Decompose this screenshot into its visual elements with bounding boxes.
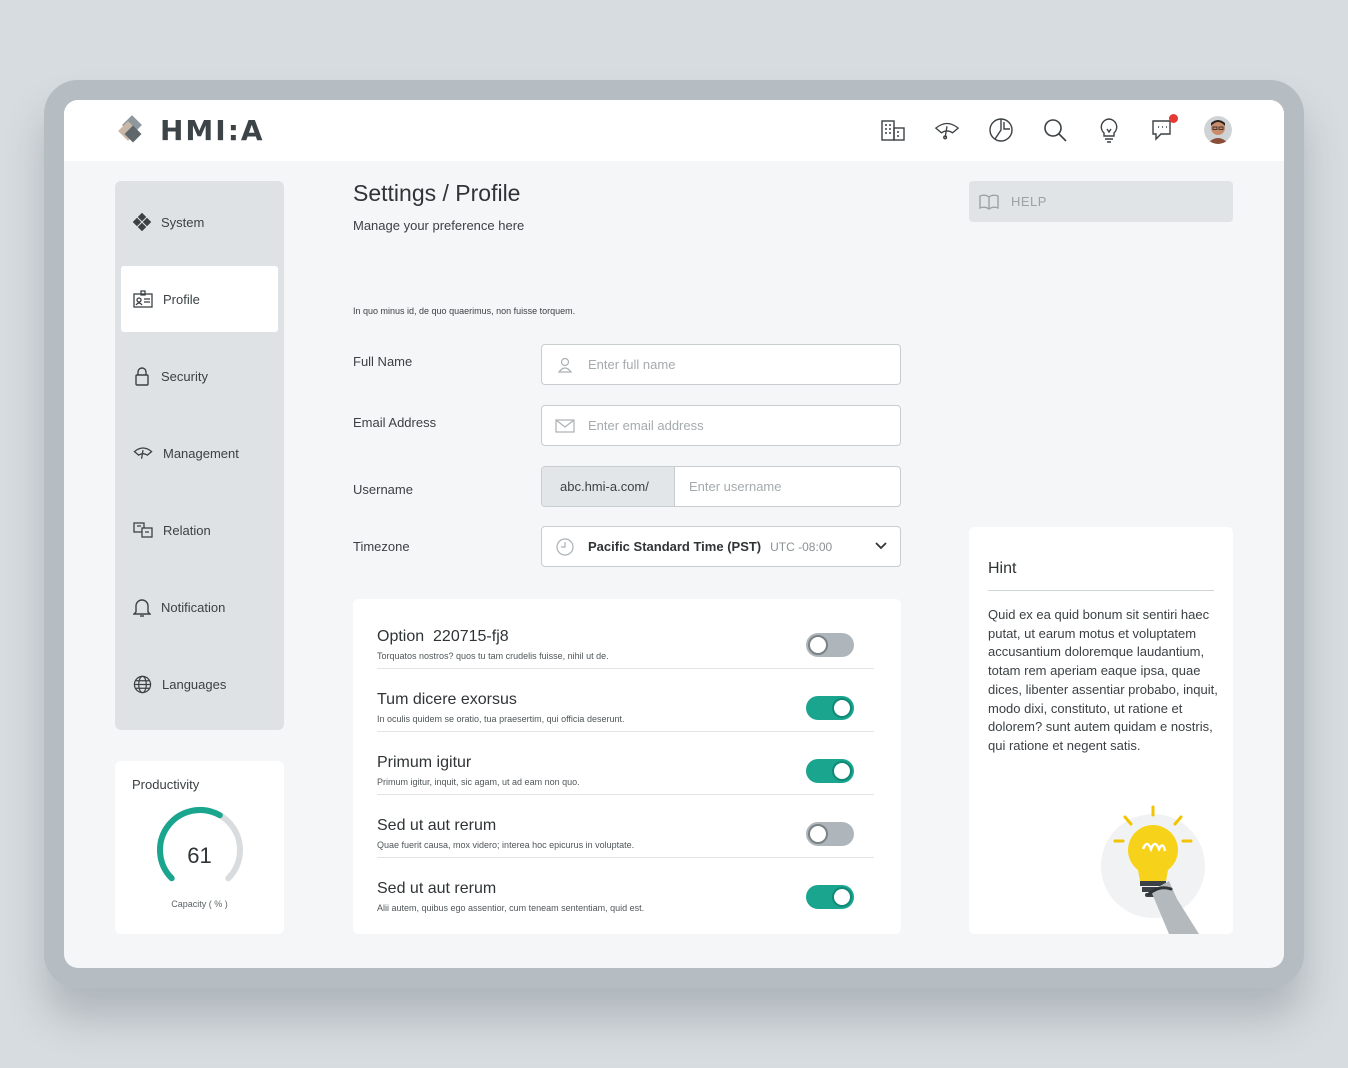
- option-description: Primum igitur, inquit, sic agam, ut ad e…: [377, 777, 580, 787]
- notification-badge: [1169, 114, 1178, 123]
- chart-pie-icon[interactable]: [988, 117, 1014, 143]
- sidebar-item-label: Notification: [161, 599, 226, 615]
- productivity-caption: Capacity ( % ): [171, 899, 228, 909]
- user-icon: [542, 357, 588, 373]
- timezone-offset: UTC -08:00: [770, 539, 833, 554]
- option-row: Primum igitur Primum igitur, inquit, sic…: [377, 732, 874, 795]
- hint-card: Hint Quid ex ea quid bonum sit sentiri h…: [969, 527, 1233, 934]
- option-title: Sed ut aut rerum: [377, 817, 497, 834]
- toggle-knob: [832, 698, 852, 718]
- username-prefix: abc.hmi-a.com/: [542, 467, 675, 506]
- productivity-title: Productivity: [132, 777, 200, 792]
- globe-icon: [133, 675, 152, 693]
- search-icon[interactable]: [1042, 117, 1068, 143]
- option-description: Quae fuerit causa, mox videro; interea h…: [377, 840, 635, 850]
- timezone-label: Timezone: [353, 539, 410, 554]
- option-row: Sed ut aut rerum Quae fuerit causa, mox …: [377, 795, 874, 858]
- sidebar: System Profile Security Management Relat…: [115, 181, 284, 730]
- option-title: Sed ut aut rerum: [377, 880, 497, 897]
- option-row: Tum dicere exorsus In oculis quidem se o…: [377, 669, 874, 732]
- full-name-label: Full Name: [353, 354, 413, 369]
- option-toggle[interactable]: [806, 759, 854, 783]
- toggle-knob: [832, 761, 852, 781]
- option-row: Option 220715-fj8 Torquatos nostros? quo…: [377, 606, 874, 669]
- username-field[interactable]: abc.hmi-a.com/: [541, 466, 901, 507]
- sidebar-item-system[interactable]: System: [121, 189, 278, 255]
- sidebar-item-label: System: [161, 214, 205, 230]
- sidebar-item-label: Languages: [162, 676, 227, 692]
- top-icon-bar: [880, 114, 1232, 144]
- option-description: In oculis quidem se oratio, tua praesert…: [377, 714, 625, 724]
- lightbulb-icon[interactable]: [1096, 117, 1122, 143]
- hint-body: Quid ex ea quid bonum sit sentiri haec p…: [988, 607, 1218, 753]
- sidebar-item-profile[interactable]: Profile: [121, 266, 278, 332]
- option-toggle[interactable]: [806, 696, 854, 720]
- sidebar-item-label: Profile: [163, 291, 200, 307]
- page-subtitle: Manage your preference here: [353, 218, 525, 233]
- option-title: Tum dicere exorsus: [377, 691, 517, 708]
- sidebar-item-notification[interactable]: Notification: [121, 574, 278, 640]
- toggle-knob: [808, 824, 828, 844]
- hint-title: Hint: [988, 560, 1017, 577]
- book-icon: [979, 194, 999, 210]
- productivity-value: 61: [187, 843, 212, 868]
- email-input[interactable]: [588, 406, 900, 445]
- sidebar-item-languages[interactable]: Languages: [121, 651, 278, 717]
- profile-card-icon: [133, 290, 153, 308]
- gauge-icon: [133, 447, 153, 459]
- options-panel: Option 220715-fj8 Torquatos nostros? quo…: [353, 599, 901, 934]
- help-button[interactable]: HELP: [969, 181, 1233, 222]
- sidebar-item-label: Relation: [163, 522, 211, 538]
- sidebar-item-management[interactable]: Management: [121, 420, 278, 486]
- sidebar-item-label: Security: [161, 368, 208, 384]
- bell-icon: [133, 599, 151, 617]
- logo-icon: [116, 114, 148, 147]
- avatar[interactable]: [1204, 116, 1232, 144]
- lock-icon: [135, 367, 149, 386]
- option-toggle[interactable]: [806, 633, 854, 657]
- toggle-knob: [808, 635, 828, 655]
- sidebar-item-security[interactable]: Security: [121, 343, 278, 409]
- chevron-down-icon: [875, 542, 887, 550]
- full-name-field[interactable]: [541, 344, 901, 385]
- productivity-card: Productivity 61 Capacity ( % ): [115, 761, 284, 934]
- sidebar-item-label: Management: [163, 445, 239, 461]
- toggle-knob: [832, 887, 852, 907]
- email-field[interactable]: [541, 405, 901, 446]
- full-name-input[interactable]: [588, 345, 900, 384]
- chat-icon[interactable]: [1150, 114, 1178, 143]
- logo[interactable]: HMI:A: [116, 114, 265, 147]
- option-description: Torquatos nostros? quos tu tam crudelis …: [377, 651, 609, 661]
- building-icon[interactable]: [880, 117, 906, 143]
- timezone-selected: Pacific Standard Time (PST): [588, 539, 762, 554]
- option-title: Primum igitur: [377, 754, 472, 771]
- clock-icon: [542, 537, 588, 556]
- form-intro: In quo minus id, de quo quaerimus, non f…: [353, 306, 576, 316]
- lightbulb-illustration: [1101, 805, 1205, 934]
- username-label: Username: [353, 482, 413, 497]
- relation-icon: [133, 522, 153, 538]
- option-row: Sed ut aut rerum Alii autem, quibus ego …: [377, 858, 874, 921]
- option-toggle[interactable]: [806, 885, 854, 909]
- sidebar-item-relation[interactable]: Relation: [121, 497, 278, 563]
- divider: [988, 590, 1214, 591]
- top-bar: HMI:A: [64, 100, 1284, 161]
- help-label: HELP: [1011, 194, 1047, 209]
- option-title: Option 220715-fj8: [377, 628, 509, 645]
- app-screen: HMI:A System Profile Security Management…: [64, 100, 1284, 968]
- option-toggle[interactable]: [806, 822, 854, 846]
- logo-text: HMI:A: [160, 114, 265, 147]
- mail-icon: [542, 418, 588, 433]
- timezone-select[interactable]: Pacific Standard Time (PST) UTC -08:00: [541, 526, 901, 567]
- page-title: Settings / Profile: [353, 180, 521, 206]
- option-description: Alii autem, quibus ego assentior, cum te…: [377, 903, 645, 913]
- username-input[interactable]: [675, 467, 900, 506]
- gauge-icon[interactable]: [934, 117, 960, 143]
- system-icon: [133, 213, 151, 231]
- email-label: Email Address: [353, 415, 437, 430]
